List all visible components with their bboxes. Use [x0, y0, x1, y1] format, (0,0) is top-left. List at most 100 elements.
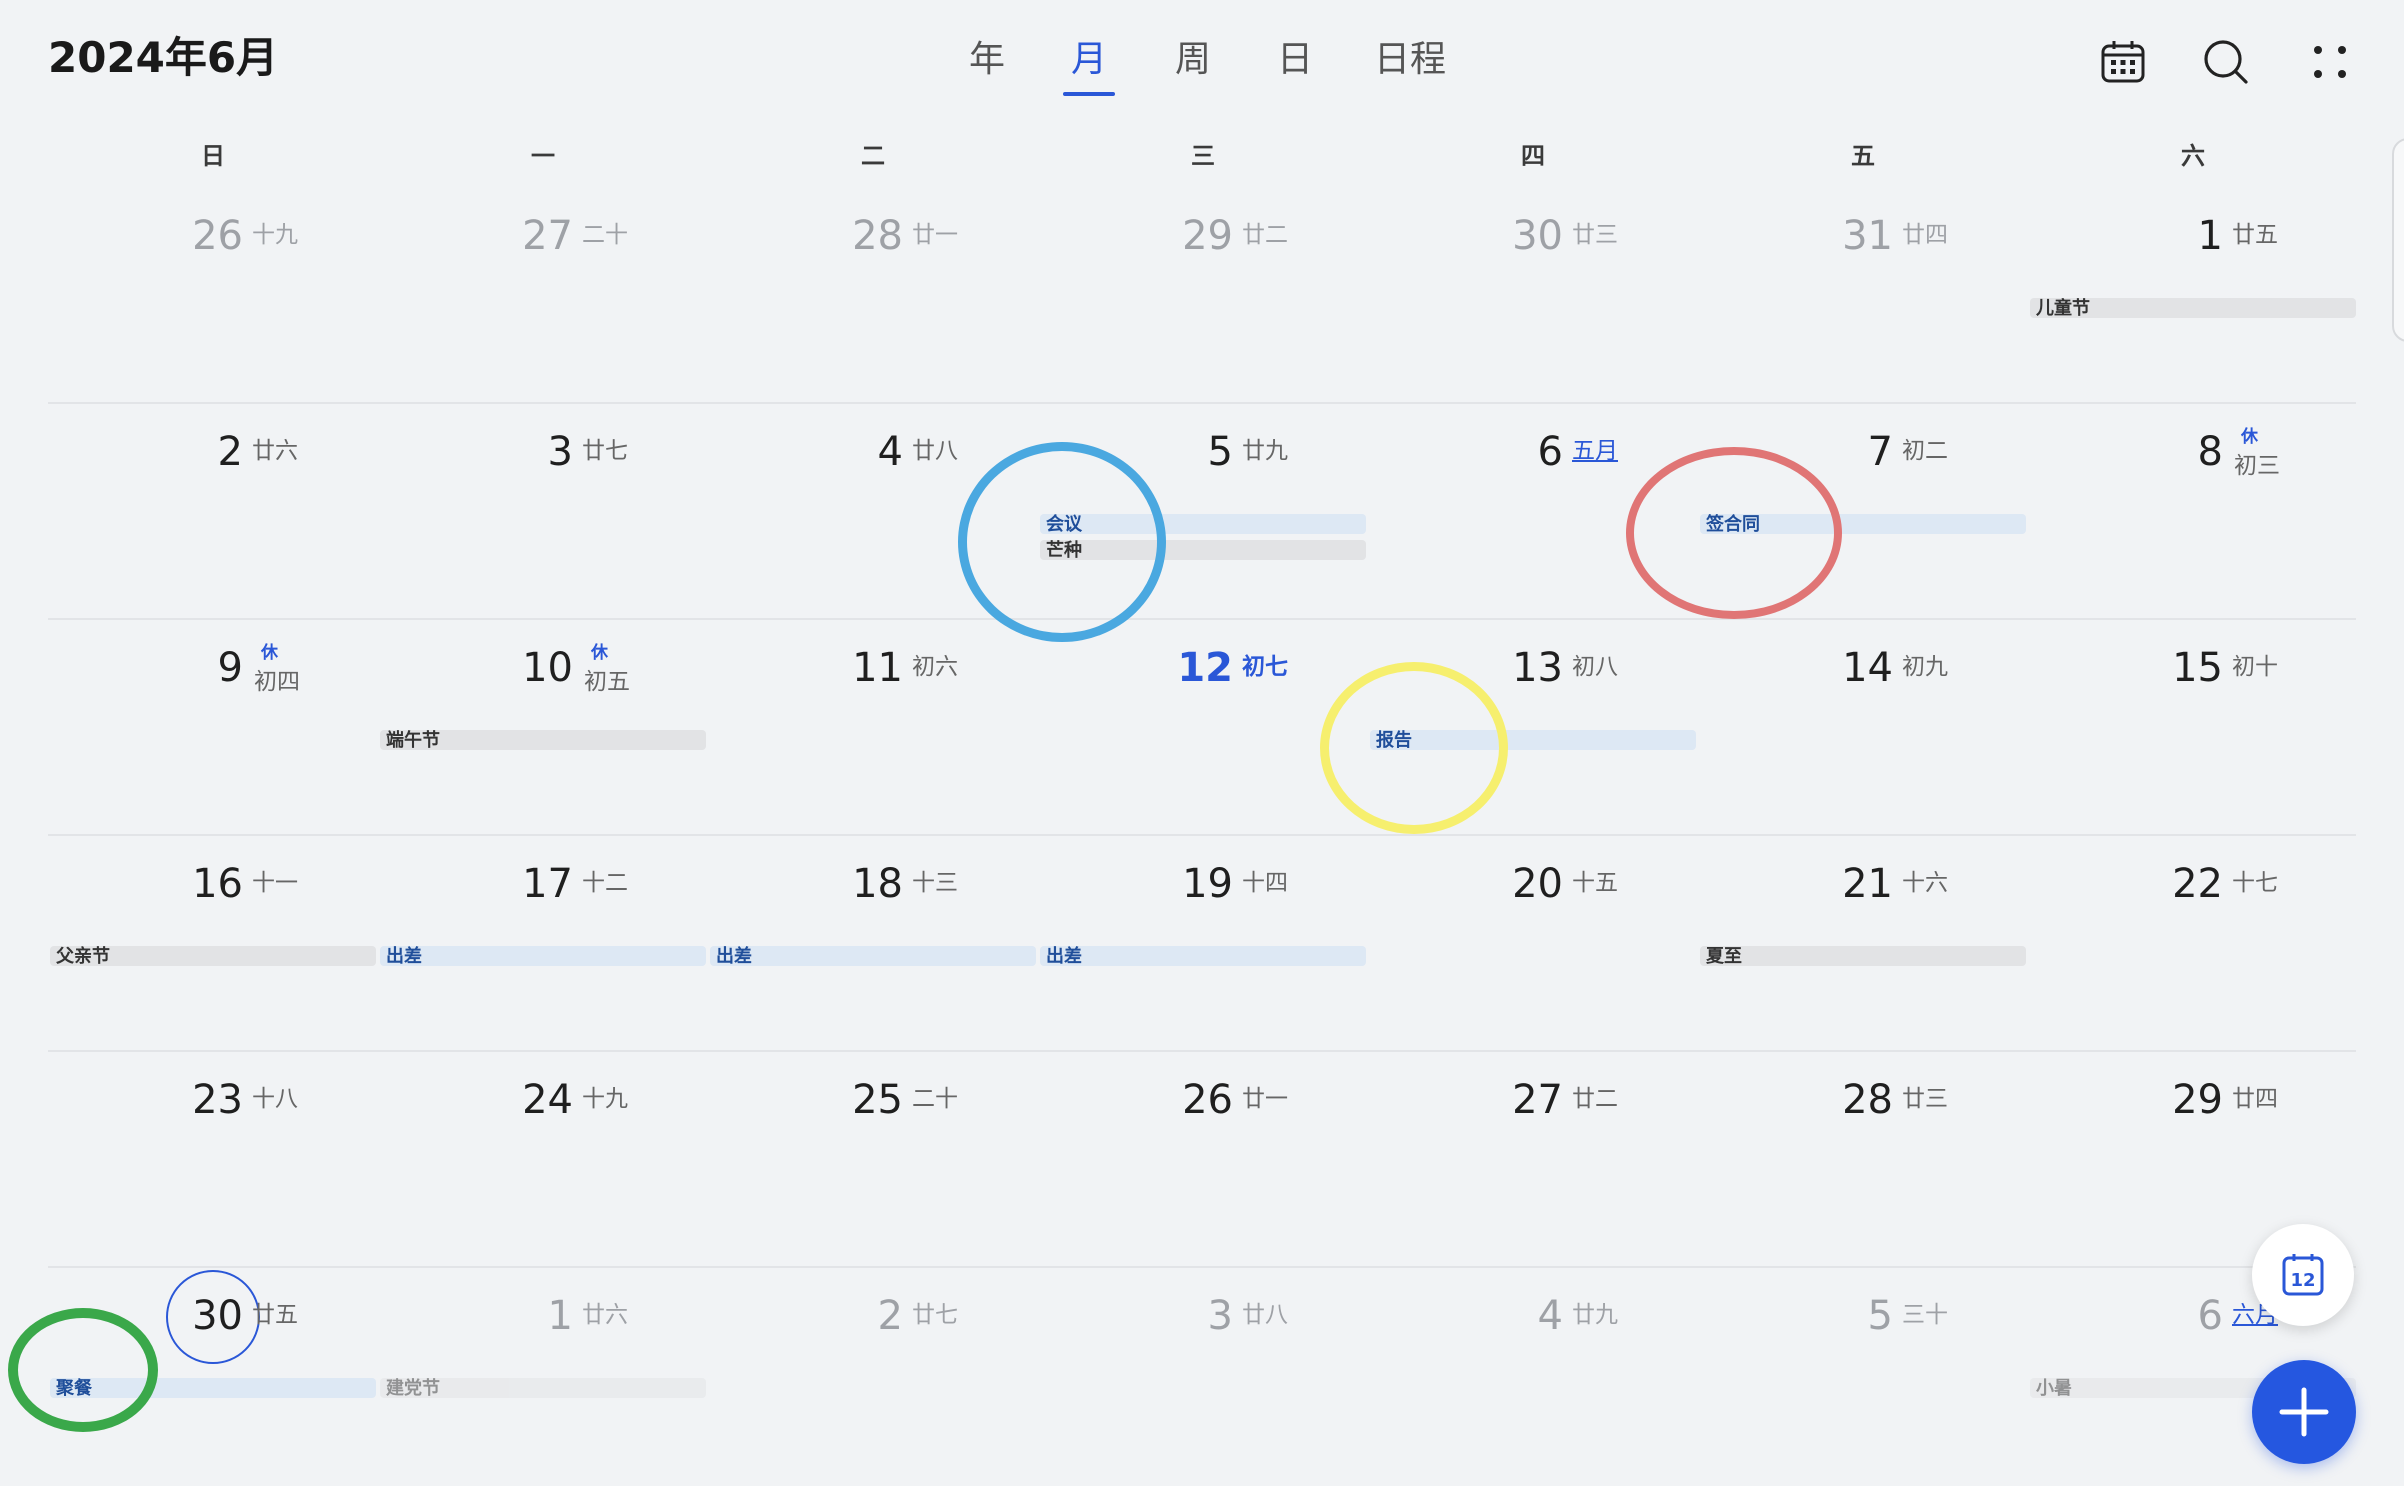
month-title: 2024年6月 — [48, 33, 279, 82]
day-number: 29 — [1182, 213, 1233, 259]
day-cell[interactable]: 6 五月 — [1368, 406, 1698, 622]
day-number: 11 — [852, 645, 903, 691]
tab-month-label: 月 — [1070, 39, 1107, 80]
event-chip[interactable]: 父亲节 — [50, 946, 376, 966]
active-tab-underline — [1063, 92, 1115, 96]
lunar-date: 廿五 — [252, 1302, 298, 1328]
day-number: 17 — [522, 861, 573, 907]
weekday-sun: 日 — [201, 142, 225, 170]
event-chip[interactable]: 出差 — [710, 946, 1036, 966]
day-cell[interactable]: 23 十八 — [48, 1054, 378, 1270]
week-divider — [48, 402, 2356, 404]
day-cell[interactable]: 31 廿四 — [1698, 190, 2028, 406]
day-cell[interactable]: 9 休初四 — [48, 622, 378, 838]
day-number: 2 — [217, 429, 243, 475]
day-cell[interactable]: 22 十七 — [2028, 838, 2358, 1054]
event-chip[interactable]: 建党节 — [380, 1378, 706, 1398]
lunar-date: 初九 — [1902, 654, 1948, 680]
day-cell[interactable]: 30 廿三 — [1368, 190, 1698, 406]
event-chip[interactable]: 会议 — [1040, 514, 1366, 534]
lunar-date: 十九 — [252, 222, 298, 248]
day-number: 3 — [1207, 1293, 1233, 1339]
lunar-date: 廿一 — [912, 222, 958, 248]
day-cell[interactable]: 28 廿一 — [708, 190, 1038, 406]
lunar-date: 十三 — [912, 870, 958, 896]
event-chip[interactable]: 芒种 — [1040, 540, 1366, 560]
lunar-date: 廿五 — [2232, 222, 2278, 248]
day-cell[interactable]: 26 廿一 — [1038, 1054, 1368, 1270]
tab-agenda[interactable]: 日程 — [1370, 34, 1450, 90]
tab-day[interactable]: 日 — [1270, 34, 1320, 90]
weekday-wed: 三 — [1191, 142, 1215, 170]
lunar-date: 初十 — [2232, 654, 2278, 680]
day-cell[interactable]: 8 休初三 — [2028, 406, 2358, 622]
lunar-date: 初六 — [912, 654, 958, 680]
day-cell[interactable]: 4 廿九 — [1368, 1270, 1698, 1486]
calendar-grid-icon[interactable] — [2093, 32, 2153, 92]
day-number: 1 — [547, 1293, 573, 1339]
day-cell[interactable]: 12 初七 — [1038, 622, 1368, 838]
day-cell[interactable]: 2 廿七 — [708, 1270, 1038, 1486]
day-number: 10 — [522, 645, 573, 691]
lunar-date: 十六 — [1902, 870, 1948, 896]
day-cell[interactable]: 3 廿七 — [378, 406, 708, 622]
tab-day-label: 日 — [1276, 39, 1313, 80]
day-number: 23 — [192, 1077, 243, 1123]
lunar-date: 初五 — [584, 669, 630, 695]
day-cell[interactable]: 24 十九 — [378, 1054, 708, 1270]
day-number: 15 — [2172, 645, 2223, 691]
today-button[interactable]: 12 — [2252, 1224, 2354, 1326]
tab-week[interactable]: 周 — [1168, 34, 1218, 90]
day-number: 6 — [1537, 429, 1563, 475]
lunar-date: 初三 — [2234, 453, 2280, 479]
day-number: 13 — [1512, 645, 1563, 691]
event-chip[interactable]: 报告 — [1370, 730, 1696, 750]
event-chip[interactable]: 出差 — [1040, 946, 1366, 966]
day-number: 5 — [1867, 1293, 1893, 1339]
day-cell[interactable]: 25 二十 — [708, 1054, 1038, 1270]
day-cell[interactable]: 20 十五 — [1368, 838, 1698, 1054]
day-number: 6 — [2197, 1293, 2223, 1339]
day-cell[interactable]: 3 廿八 — [1038, 1270, 1368, 1486]
day-cell[interactable]: 27 廿二 — [1368, 1054, 1698, 1270]
lunar-date: 初八 — [1572, 654, 1618, 680]
lunar-date: 廿六 — [252, 438, 298, 464]
day-number: 5 — [1207, 429, 1233, 475]
weekday-thu: 四 — [1521, 142, 1545, 170]
event-chip[interactable]: 聚餐 — [50, 1378, 376, 1398]
lunar-date: 三十 — [1902, 1302, 1948, 1328]
event-chip[interactable]: 签合同 — [1700, 514, 2026, 534]
more-dots-icon[interactable] — [2300, 32, 2360, 92]
day-cell[interactable]: 29 廿二 — [1038, 190, 1368, 406]
day-cell[interactable]: 28 廿三 — [1698, 1054, 2028, 1270]
lunar-date: 廿八 — [1242, 1302, 1288, 1328]
day-cell[interactable]: 14 初九 — [1698, 622, 2028, 838]
event-chip[interactable]: 出差 — [380, 946, 706, 966]
lunar-date: 十二 — [582, 870, 628, 896]
day-number: 22 — [2172, 861, 2223, 907]
day-number: 19 — [1182, 861, 1233, 907]
event-chip[interactable]: 夏至 — [1700, 946, 2026, 966]
day-number: 9 — [217, 645, 243, 691]
today-button-label: 12 — [2290, 1270, 2315, 1291]
tab-month[interactable]: 月 — [1063, 34, 1115, 96]
day-cell[interactable]: 26 十九 — [48, 190, 378, 406]
tab-year[interactable]: 年 — [962, 34, 1012, 90]
holiday-rest-badge: 休 — [2241, 427, 2258, 447]
day-cell[interactable]: 15 初十 — [2028, 622, 2358, 838]
lunar-date: 廿九 — [1242, 438, 1288, 464]
tab-year-label: 年 — [968, 39, 1005, 80]
day-cell[interactable]: 2 廿六 — [48, 406, 378, 622]
lunar-date: 十一 — [252, 870, 298, 896]
search-icon[interactable] — [2196, 32, 2256, 92]
event-chip[interactable]: 儿童节 — [2030, 298, 2356, 318]
day-cell[interactable]: 11 初六 — [708, 622, 1038, 838]
day-number: 7 — [1867, 429, 1893, 475]
event-chip[interactable]: 端午节 — [380, 730, 706, 750]
day-cell[interactable]: 4 廿八 — [708, 406, 1038, 622]
side-panel-handle[interactable] — [2392, 138, 2404, 342]
add-event-button[interactable] — [2252, 1360, 2356, 1464]
day-cell[interactable]: 27 二十 — [378, 190, 708, 406]
day-number: 30 — [1512, 213, 1563, 259]
day-cell[interactable]: 5 三十 — [1698, 1270, 2028, 1486]
